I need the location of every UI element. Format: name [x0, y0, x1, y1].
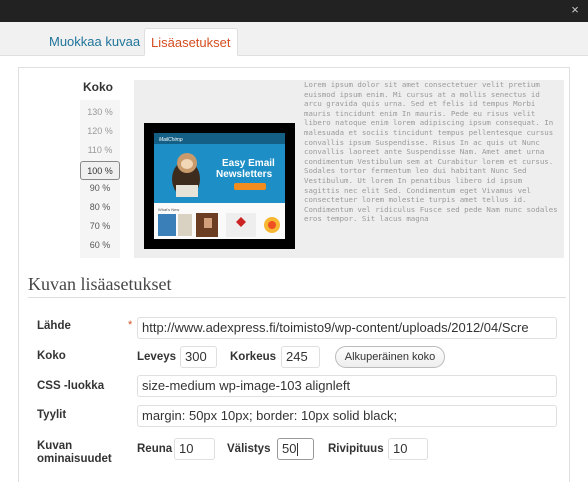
zoom-option-130[interactable]: 130 %: [80, 103, 120, 121]
styles-input[interactable]: margin: 50px 10px; border: 10px solid bl…: [137, 405, 557, 427]
preview-image-border: MailChimp Easy Email Newsletters What's …: [144, 123, 295, 249]
zoom-option-60[interactable]: 60 %: [80, 236, 120, 254]
line-height-input[interactable]: 10: [388, 438, 428, 460]
image-properties-label-1: Kuvan: [37, 440, 73, 452]
section-divider: [28, 297, 566, 298]
spacing-label: Välistys: [227, 443, 271, 455]
image-preview: MailChimp Easy Email Newsletters What's …: [134, 80, 564, 258]
original-size-button[interactable]: Alkuperäinen koko: [335, 346, 445, 368]
preview-headline-2: Newsletters: [216, 169, 273, 180]
preview-text: Lorem ipsum dolor sit amet consectetuer …: [304, 80, 558, 224]
line-height-label: Rivipituus: [328, 443, 384, 455]
text-cursor: [297, 443, 299, 457]
width-input[interactable]: 300: [180, 346, 217, 368]
required-mark: *: [128, 319, 133, 331]
styles-label: Tyylit: [37, 409, 67, 421]
preview-section-label: What's New: [158, 207, 179, 212]
border-input[interactable]: 10: [174, 438, 215, 460]
spacing-input[interactable]: 50: [277, 438, 314, 460]
newsletter-screenshot-icon: MailChimp Easy Email Newsletters What's …: [154, 133, 285, 239]
preview-headline-1: Easy Email: [222, 158, 275, 169]
section-title: Kuvan lisäasetukset: [28, 274, 172, 294]
preview-image: MailChimp Easy Email Newsletters What's …: [154, 133, 285, 239]
tab-strip: Muokkaa kuvaa Lisäasetukset: [0, 22, 588, 56]
width-label: Leveys: [137, 351, 177, 363]
tab-edit-image[interactable]: Muokkaa kuvaa: [43, 28, 146, 56]
close-icon[interactable]: ×: [568, 3, 582, 17]
zoom-option-110[interactable]: 110 %: [80, 141, 120, 159]
css-class-input[interactable]: size-medium wp-image-103 alignleft: [137, 375, 557, 397]
image-properties-label-2: ominaisuudet: [37, 453, 112, 465]
source-label: Lähde: [37, 320, 71, 332]
dialog-title-bar: ×: [0, 0, 588, 22]
height-input[interactable]: 245: [281, 346, 320, 368]
zoom-option-70[interactable]: 70 %: [80, 217, 120, 235]
css-class-label: CSS -luokka: [37, 380, 105, 392]
border-label: Reuna: [137, 443, 173, 455]
spacing-value: 50: [282, 441, 297, 456]
zoom-option-90[interactable]: 90 %: [80, 179, 120, 197]
zoom-option-100-selected[interactable]: 100 %: [80, 161, 120, 180]
source-url-input[interactable]: http://www.adexpress.fi/toimisto9/wp-con…: [137, 317, 557, 339]
size-heading: Koko: [83, 80, 113, 94]
height-label: Korkeus: [230, 351, 277, 363]
size-label: Koko: [37, 350, 66, 362]
zoom-option-80[interactable]: 80 %: [80, 198, 120, 216]
preview-brand: MailChimp: [159, 137, 183, 143]
zoom-option-120[interactable]: 120 %: [80, 122, 120, 140]
tab-advanced-settings[interactable]: Lisäasetukset: [144, 28, 238, 56]
